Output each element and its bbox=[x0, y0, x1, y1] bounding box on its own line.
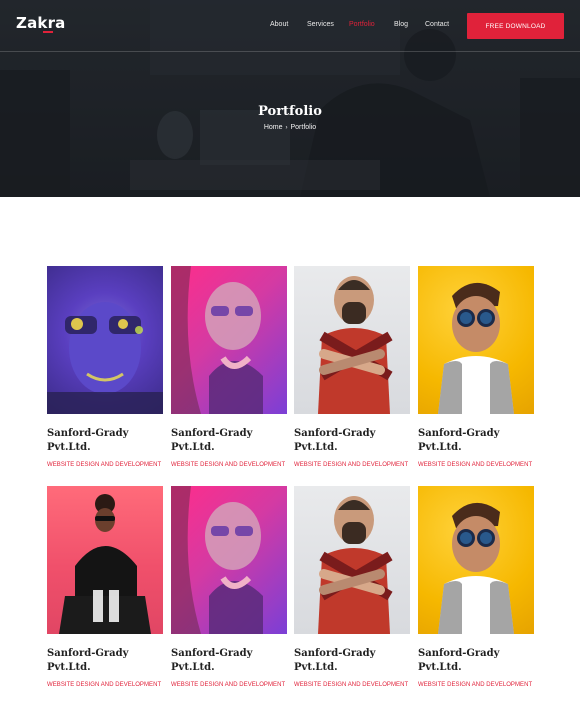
card-category[interactable]: WEBSITE DESIGN AND DEVELOPMENT bbox=[418, 682, 534, 688]
neon-portrait bbox=[171, 266, 263, 414]
portfolio-image[interactable] bbox=[294, 266, 410, 414]
portfolio-image[interactable] bbox=[47, 486, 163, 634]
portfolio-card[interactable]: Sanford-Grady Pvt.Ltd. WEBSITE DESIGN AN… bbox=[47, 486, 163, 688]
card-category[interactable]: WEBSITE DESIGN AND DEVELOPMENT bbox=[171, 682, 287, 688]
breadcrumb-home[interactable]: Home bbox=[264, 124, 283, 131]
card-category[interactable]: WEBSITE DESIGN AND DEVELOPMENT bbox=[171, 462, 287, 468]
card-title[interactable]: Sanford-Grady Pvt.Ltd. bbox=[418, 647, 534, 675]
woman-chair-portrait bbox=[59, 494, 151, 634]
nav-portfolio[interactable]: Portfolio bbox=[349, 21, 375, 28]
portfolio-card[interactable]: Sanford-Grady Pvt.Ltd. WEBSITE DESIGN AN… bbox=[418, 486, 534, 688]
card-category[interactable]: WEBSITE DESIGN AND DEVELOPMENT bbox=[418, 462, 534, 468]
card-title[interactable]: Sanford-Grady Pvt.Ltd. bbox=[171, 427, 287, 455]
portfolio-image[interactable] bbox=[171, 486, 287, 634]
card-title[interactable]: Sanford-Grady Pvt.Ltd. bbox=[294, 427, 410, 455]
card-category[interactable]: WEBSITE DESIGN AND DEVELOPMENT bbox=[47, 462, 163, 468]
card-title[interactable]: Sanford-Grady Pvt.Ltd. bbox=[47, 647, 163, 675]
portfolio-image[interactable] bbox=[171, 266, 287, 414]
page-title: Portfolio bbox=[258, 104, 322, 119]
nav-about[interactable]: About bbox=[270, 21, 288, 28]
card-category[interactable]: WEBSITE DESIGN AND DEVELOPMENT bbox=[294, 462, 410, 468]
portfolio-image[interactable] bbox=[418, 266, 534, 414]
portfolio-card[interactable]: Sanford-Grady Pvt.Ltd. WEBSITE DESIGN AN… bbox=[47, 266, 163, 468]
breadcrumb-current: Portfolio bbox=[290, 124, 317, 131]
crossed-arms-portrait bbox=[318, 276, 393, 414]
portfolio-image[interactable] bbox=[418, 486, 534, 634]
card-category[interactable]: WEBSITE DESIGN AND DEVELOPMENT bbox=[294, 682, 410, 688]
free-download-button[interactable]: FREE DOWNLOAD bbox=[467, 13, 564, 39]
nav-contact[interactable]: Contact bbox=[425, 21, 449, 28]
portfolio-card[interactable]: Sanford-Grady Pvt.Ltd. WEBSITE DESIGN AN… bbox=[418, 266, 534, 468]
sunglasses-portrait bbox=[438, 502, 514, 634]
card-category[interactable]: WEBSITE DESIGN AND DEVELOPMENT bbox=[47, 682, 163, 688]
sunglasses-portrait bbox=[438, 282, 514, 414]
portfolio-card[interactable]: Sanford-Grady Pvt.Ltd. WEBSITE DESIGN AN… bbox=[294, 486, 410, 688]
neon-portrait bbox=[171, 486, 263, 634]
card-title[interactable]: Sanford-Grady Pvt.Ltd. bbox=[47, 427, 163, 455]
portfolio-card[interactable]: Sanford-Grady Pvt.Ltd. WEBSITE DESIGN AN… bbox=[171, 266, 287, 468]
face-paint-portrait bbox=[47, 302, 163, 414]
portfolio-image[interactable] bbox=[294, 486, 410, 634]
site-header: Zakra About Services Portfolio Blog Cont… bbox=[0, 0, 580, 52]
nav-services[interactable]: Services bbox=[307, 21, 334, 28]
hero-banner: Zakra About Services Portfolio Blog Cont… bbox=[0, 0, 580, 197]
portfolio-card[interactable]: Sanford-Grady Pvt.Ltd. WEBSITE DESIGN AN… bbox=[294, 266, 410, 468]
card-title[interactable]: Sanford-Grady Pvt.Ltd. bbox=[294, 647, 410, 675]
card-title[interactable]: Sanford-Grady Pvt.Ltd. bbox=[418, 427, 534, 455]
portfolio-image[interactable] bbox=[47, 266, 163, 414]
portfolio-card[interactable]: Sanford-Grady Pvt.Ltd. WEBSITE DESIGN AN… bbox=[171, 486, 287, 688]
crossed-arms-portrait bbox=[318, 496, 393, 634]
nav-blog[interactable]: Blog bbox=[394, 21, 408, 28]
card-title[interactable]: Sanford-Grady Pvt.Ltd. bbox=[171, 647, 287, 675]
chevron-right-icon: › bbox=[285, 125, 288, 131]
breadcrumb: Home › Portfolio bbox=[0, 124, 580, 131]
